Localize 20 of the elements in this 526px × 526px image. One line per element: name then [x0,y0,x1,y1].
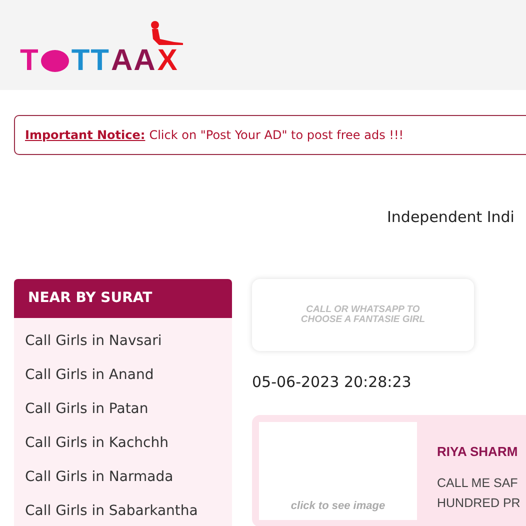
logo-letters: AA [110,46,156,76]
image-hint: click to see image [290,500,386,512]
sidebar-link[interactable]: Call Girls in Narmada [14,460,232,494]
listing-description: CALL ME SAF [437,475,519,492]
sidebar-link[interactable]: Call Girls in Anand [14,358,232,392]
logo-letters: T [20,46,40,76]
sidebar-link[interactable]: Call Girls in Sabarkantha [14,494,232,526]
sidebar-link[interactable]: Call Girls in Kachchh [14,426,232,460]
page-heading: Independent Indi [387,208,514,226]
notice-link[interactable]: Important Notice: [25,128,146,142]
timestamp: 05-06-2023 20:28:23 [252,373,412,393]
sidebar-link[interactable]: Call Girls in Navsari [14,324,232,358]
sidebar-link[interactable]: Call Girls in Patan [14,392,232,426]
listing-name[interactable]: RIYA SHARM [437,444,520,459]
logo-letters: TT [71,46,110,76]
notice-text: Click on "Post Your AD" to post free ads !!! [149,128,404,142]
sidebar-title: NEAR BY SURAT [14,279,232,318]
logo-letters: X [157,46,178,76]
listing-description: HUNDRED PR [437,495,520,512]
banner-text: CALL OR WHATSAPP TO CHOOSE A FANTASIE GIRL [300,305,426,325]
